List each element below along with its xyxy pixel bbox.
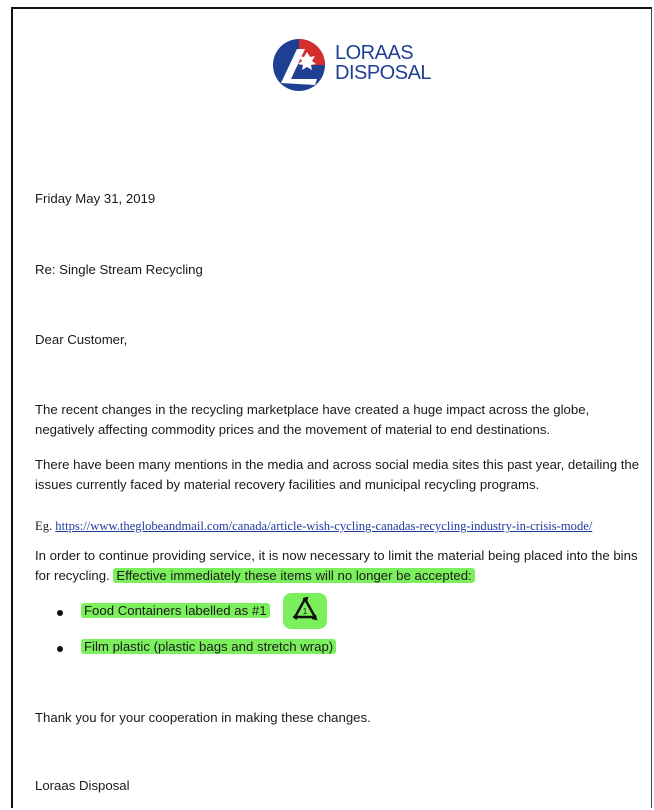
- recycle-symbol-1-icon: 1: [281, 591, 329, 631]
- thank-you-line: Thank you for your cooperation in making…: [35, 710, 371, 725]
- bullet-dot: [57, 610, 63, 616]
- signature: Loraas Disposal: [35, 778, 130, 793]
- recycle-code-text: 1: [303, 607, 308, 616]
- letter-salutation: Dear Customer,: [35, 332, 128, 347]
- brand-line-1: LORAAS: [335, 42, 414, 64]
- highlighted-notice: Effective immediately these items will n…: [113, 568, 475, 583]
- paragraph-1: The recent changes in the recycling mark…: [35, 400, 650, 440]
- loraas-emblem-icon: [273, 39, 325, 91]
- paragraph-2: There have been many mentions in the med…: [35, 455, 650, 495]
- paragraph-3: In order to continue providing service, …: [35, 546, 650, 586]
- list-item-text: Food Containers labelled as #1: [81, 603, 270, 618]
- brand-name: LORAAS DISPOSAL: [335, 42, 432, 84]
- paragraph-3-line-2-start: for recycling.: [35, 568, 114, 583]
- letter-page: LORAAS DISPOSAL Friday May 31, 2019 Re: …: [11, 7, 652, 808]
- example-link-line: Eg. https://www.theglobeandmail.com/cana…: [35, 519, 592, 534]
- paragraph-1-line-1: The recent changes in the recycling mark…: [35, 402, 590, 417]
- brand-line-2: DISPOSAL: [335, 62, 432, 84]
- globe-and-mail-link[interactable]: https://www.theglobeandmail.com/canada/a…: [55, 519, 592, 533]
- paragraph-3-line-1: In order to continue providing service, …: [35, 548, 638, 563]
- list-item-text: Film plastic (plastic bags and stretch w…: [81, 639, 337, 654]
- paragraph-3-line-2: for recycling. Effective immediately the…: [35, 566, 650, 586]
- bullet-dot: [57, 646, 63, 652]
- paragraph-2-line-1: There have been many mentions in the med…: [35, 457, 640, 472]
- example-prefix: Eg.: [35, 519, 56, 533]
- letter-subject: Re: Single Stream Recycling: [35, 262, 203, 277]
- loraas-logo: LORAAS DISPOSAL: [271, 37, 441, 97]
- letter-date: Friday May 31, 2019: [35, 191, 156, 206]
- paragraph-2-line-2: issues currently faced by material recov…: [35, 477, 540, 492]
- paragraph-1-line-2: negatively affecting commodity prices an…: [35, 422, 551, 437]
